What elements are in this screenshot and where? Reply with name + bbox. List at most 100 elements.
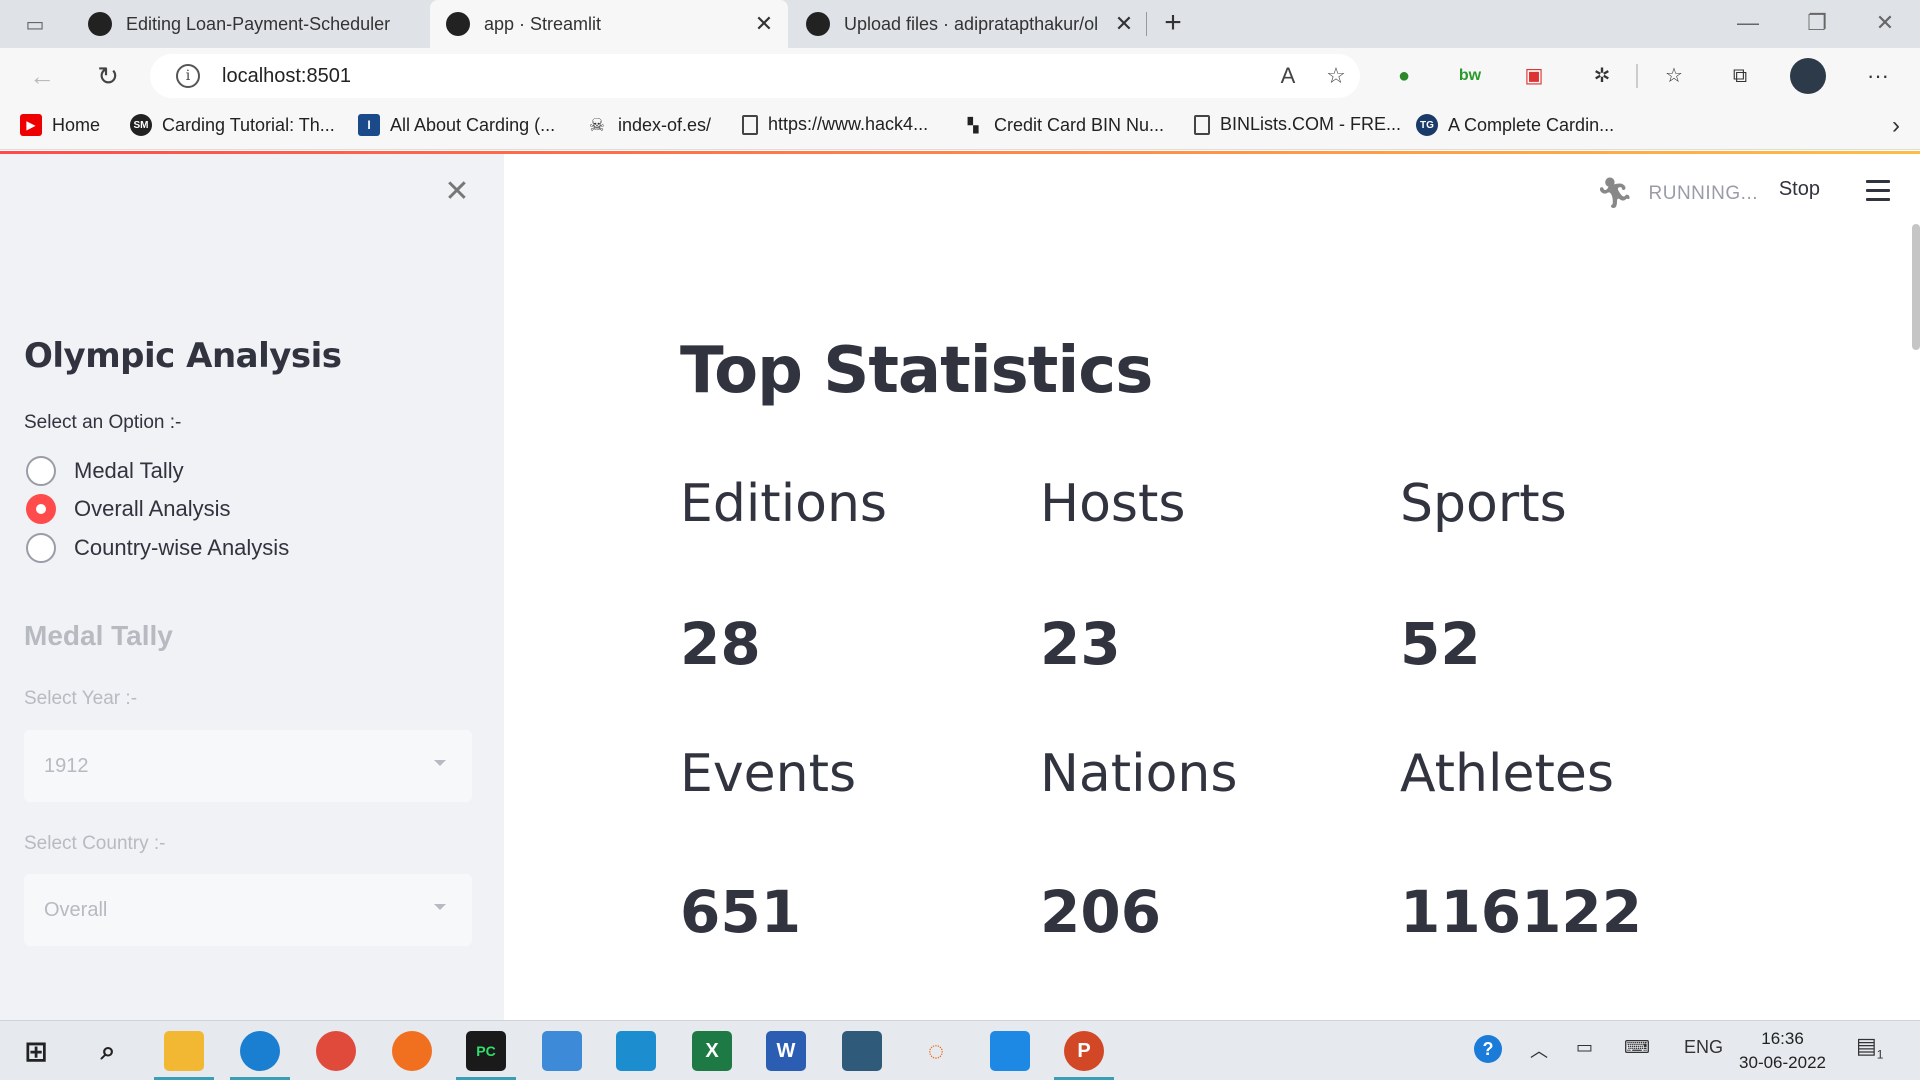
new-tab-button[interactable]: + bbox=[1158, 6, 1188, 40]
file-explorer-icon[interactable] bbox=[164, 1031, 204, 1071]
select-year-label: Select Year :- bbox=[24, 688, 138, 709]
extension-media-icon[interactable]: ▣ bbox=[1518, 60, 1550, 92]
close-sidebar-icon[interactable]: ✕ bbox=[440, 174, 474, 209]
running-status: 🏃︎ RUNNING... bbox=[1596, 176, 1758, 211]
stop-button[interactable]: Stop bbox=[1779, 178, 1820, 201]
stat-value-events: 651 bbox=[680, 878, 802, 946]
select-country-value: Overall bbox=[44, 898, 108, 921]
onedrive-icon[interactable] bbox=[542, 1031, 582, 1071]
tab-title: app · Streamlit bbox=[484, 13, 602, 34]
pycharm-icon[interactable]: PC bbox=[466, 1031, 506, 1071]
browser-tab-bar: ▭ Editing Loan-Payment-Scheduler app · S… bbox=[0, 0, 1920, 48]
back-icon[interactable]: ← bbox=[26, 61, 58, 92]
stat-label-hosts: Hosts bbox=[1040, 474, 1186, 534]
youtube-icon: ▶ bbox=[20, 114, 42, 136]
profile-avatar[interactable] bbox=[1790, 58, 1826, 94]
edge-icon[interactable] bbox=[240, 1031, 280, 1071]
extension-bw-icon[interactable]: bw bbox=[1454, 60, 1486, 92]
add-favorite-icon[interactable]: ☆ bbox=[1312, 63, 1360, 89]
site-icon: TG bbox=[1416, 114, 1438, 136]
firefox-icon[interactable] bbox=[392, 1031, 432, 1071]
close-window-icon[interactable]: ✕ bbox=[1870, 10, 1900, 36]
tab-github-editing[interactable]: Editing Loan-Payment-Scheduler bbox=[72, 0, 428, 48]
more-options-icon[interactable]: ··· bbox=[1862, 60, 1894, 92]
chrome-icon[interactable] bbox=[316, 1031, 356, 1071]
virtualbox-icon[interactable] bbox=[616, 1031, 656, 1071]
hamburger-menu-icon[interactable] bbox=[1866, 180, 1890, 207]
mysql-icon[interactable] bbox=[842, 1031, 882, 1071]
bookmark-credit-card-bin[interactable]: ▚ Credit Card BIN Nu... bbox=[962, 114, 1164, 136]
radio-overall-analysis[interactable]: Overall Analysis bbox=[26, 494, 231, 524]
restore-icon[interactable]: ❐ bbox=[1802, 10, 1832, 36]
bookmark-label: All About Carding (... bbox=[390, 114, 556, 135]
clock[interactable]: 16:36 30-06-2022 bbox=[1739, 1027, 1826, 1075]
site-icon: ▚ bbox=[967, 116, 979, 133]
page-title: Top Statistics bbox=[680, 334, 1153, 408]
bookmark-all-about-carding[interactable]: I All About Carding (... bbox=[358, 114, 555, 136]
close-icon[interactable]: ✕ bbox=[754, 11, 774, 37]
bookmark-label: A Complete Cardin... bbox=[1448, 114, 1615, 135]
page-icon bbox=[1194, 114, 1210, 135]
chevron-down-icon bbox=[434, 760, 446, 766]
address-bar[interactable]: i localhost:8501 A ☆ bbox=[150, 54, 1360, 98]
bookmark-label: Carding Tutorial: Th... bbox=[162, 114, 335, 135]
bookmark-label: Home bbox=[52, 114, 101, 135]
excel-icon[interactable]: X bbox=[692, 1031, 732, 1071]
bookmark-label: https://www.hack4... bbox=[768, 114, 929, 134]
running-man-icon: 🏃︎ bbox=[1595, 177, 1635, 210]
stat-value-hosts: 23 bbox=[1040, 610, 1121, 678]
chevron-right-icon[interactable]: › bbox=[1892, 112, 1900, 140]
help-icon[interactable]: ? bbox=[1474, 1035, 1502, 1063]
bookmark-carding-tutorial[interactable]: SM Carding Tutorial: Th... bbox=[130, 114, 335, 136]
stat-label-nations: Nations bbox=[1040, 744, 1238, 804]
scrollbar[interactable] bbox=[1912, 224, 1920, 350]
bookmark-index-of[interactable]: ☠ index-of.es/ bbox=[586, 114, 711, 136]
keyboard-icon[interactable]: ⌨ bbox=[1624, 1037, 1650, 1058]
address-bar-row: ← ↻ i localhost:8501 A ☆ ● bw ▣ ✲ ☆ ⧉ ··… bbox=[0, 48, 1920, 104]
bookmark-binlists[interactable]: BINLists.COM - FRE... bbox=[1194, 114, 1401, 135]
collections-icon[interactable]: ⧉ bbox=[1724, 60, 1756, 92]
select-country-label: Select Country :- bbox=[24, 833, 166, 854]
chevron-down-icon bbox=[434, 904, 446, 910]
language-indicator[interactable]: ENG bbox=[1684, 1037, 1723, 1058]
radio-medal-tally[interactable]: Medal Tally bbox=[26, 456, 184, 486]
select-country-dropdown[interactable]: Overall bbox=[24, 874, 472, 946]
jupyter-icon[interactable]: ◌ bbox=[916, 1031, 956, 1071]
page-icon bbox=[742, 114, 758, 135]
powerpoint-icon[interactable]: P bbox=[1064, 1031, 1104, 1071]
stat-label-athletes: Athletes bbox=[1400, 744, 1614, 804]
bookmark-label: index-of.es/ bbox=[618, 114, 712, 135]
tab-github-upload[interactable]: Upload files · adipratapthakur/ol ✕ bbox=[790, 0, 1148, 48]
radio-label: Medal Tally bbox=[74, 458, 184, 483]
bookmark-complete-carding[interactable]: TG A Complete Cardin... bbox=[1416, 114, 1614, 136]
vscode-icon[interactable] bbox=[990, 1031, 1030, 1071]
minimize-icon[interactable]: — bbox=[1733, 10, 1763, 36]
radio-country-wise-analysis[interactable]: Country-wise Analysis bbox=[26, 533, 289, 563]
extensions-puzzle-icon[interactable]: ✲ bbox=[1586, 60, 1618, 92]
read-aloud-icon[interactable]: A bbox=[1264, 63, 1312, 89]
skull-icon: ☠ bbox=[588, 114, 606, 135]
chevron-up-icon[interactable]: ︿ bbox=[1530, 1037, 1548, 1063]
select-year-dropdown[interactable]: 1912 bbox=[24, 730, 472, 802]
extension-globe-icon[interactable]: ● bbox=[1388, 60, 1420, 92]
bookmark-hack4[interactable]: https://www.hack4... bbox=[742, 114, 928, 135]
site-info-icon[interactable]: i bbox=[176, 64, 200, 88]
battery-icon[interactable]: ▭ bbox=[1576, 1037, 1593, 1058]
running-text: RUNNING... bbox=[1648, 182, 1758, 204]
reload-icon[interactable]: ↻ bbox=[92, 61, 124, 92]
search-icon[interactable]: ⌕ bbox=[88, 1031, 128, 1071]
bookmark-label: BINLists.COM - FRE... bbox=[1220, 114, 1402, 134]
word-icon[interactable]: W bbox=[766, 1031, 806, 1071]
windows-start-icon[interactable]: ⊞ bbox=[16, 1031, 56, 1071]
tab-streamlit-app[interactable]: app · Streamlit ✕ bbox=[430, 0, 788, 48]
github-icon bbox=[88, 12, 112, 36]
radio-label: Country-wise Analysis bbox=[74, 535, 290, 560]
medal-tally-subheader: Medal Tally bbox=[24, 620, 173, 651]
notification-icon[interactable]: ▤1 bbox=[1856, 1033, 1883, 1061]
bookmark-home[interactable]: ▶ Home bbox=[20, 114, 100, 136]
url-text[interactable]: localhost:8501 bbox=[222, 65, 1264, 88]
tab-title: Upload files · adipratapthakur/ol bbox=[844, 13, 1099, 34]
close-icon[interactable]: ✕ bbox=[1114, 11, 1134, 37]
tab-actions-icon[interactable]: ▭ bbox=[20, 12, 50, 37]
favorites-icon[interactable]: ☆ bbox=[1658, 60, 1690, 92]
